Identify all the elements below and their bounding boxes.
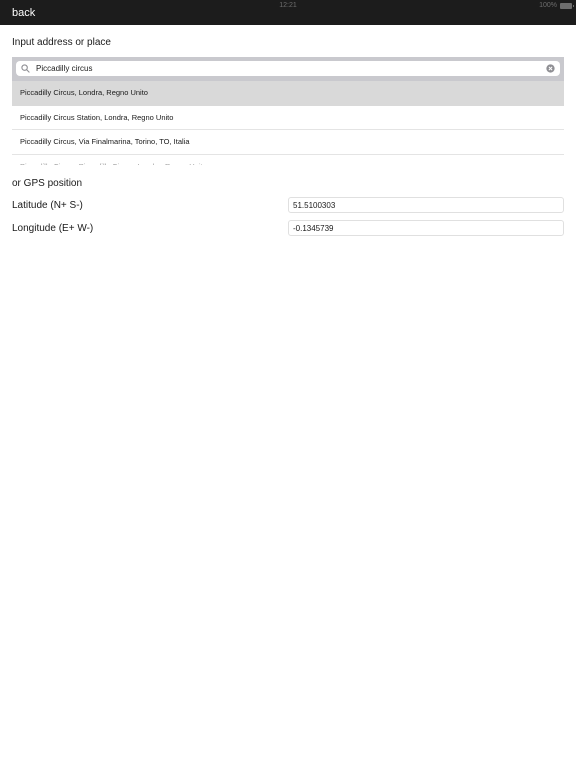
search-result-item[interactable]: Piccadilly Circus Station, Londra, Regno…	[12, 106, 564, 130]
clear-icon[interactable]	[546, 64, 555, 73]
longitude-input[interactable]	[288, 220, 564, 236]
address-section-label: Input address or place	[12, 37, 111, 48]
battery-percent: 100%	[539, 2, 557, 9]
battery-indicator: 100%	[539, 2, 574, 9]
search-bar	[12, 57, 564, 81]
search-results-list: Piccadilly Circus, Londra, Regno Unito P…	[12, 81, 564, 165]
status-bar: 12:21 100%	[0, 0, 576, 12]
longitude-label: Longitude (E+ W-)	[12, 223, 94, 234]
search-field[interactable]	[16, 61, 560, 76]
latitude-label: Latitude (N+ S-)	[12, 200, 83, 211]
search-result-item[interactable]: Piccadilly Circus, Via Finalmarina, Tori…	[12, 130, 564, 155]
latitude-input[interactable]	[288, 197, 564, 213]
battery-icon	[560, 2, 574, 9]
search-result-item[interactable]: Piccadilly Circus, Piccadilly Circus, Lo…	[12, 155, 564, 166]
search-input[interactable]	[36, 62, 536, 75]
gps-section-label: or GPS position	[12, 178, 83, 189]
status-time: 12:21	[279, 2, 297, 9]
search-icon	[21, 64, 30, 73]
search-result-item[interactable]: Piccadilly Circus, Londra, Regno Unito	[12, 81, 564, 106]
